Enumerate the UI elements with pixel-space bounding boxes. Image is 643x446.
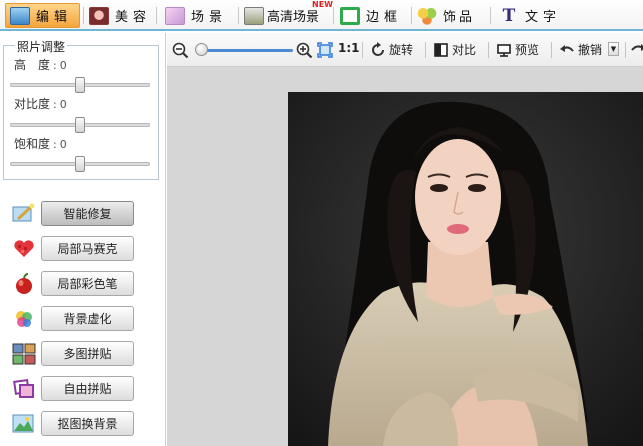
smart-repair-button[interactable]: 智能修复	[41, 201, 134, 226]
redo-icon	[631, 41, 643, 57]
zoom-out-icon	[172, 42, 189, 59]
face-icon	[89, 6, 109, 25]
cutout-icon	[12, 413, 36, 435]
toolbar-divider	[425, 42, 426, 58]
free-collage-button[interactable]: 自由拼贴	[41, 376, 134, 401]
preview-icon	[496, 42, 512, 58]
contrast-slider-thumb[interactable]	[75, 117, 85, 133]
clover-icon	[417, 6, 437, 25]
left-panel: 照片调整 高 度:0 对比度:0 饱和度:0 智能修复 局部马赛克 局部彩色笔 …	[0, 33, 166, 446]
brightness-slider-thumb[interactable]	[75, 77, 85, 93]
apple-color-icon	[12, 273, 36, 295]
compare-label: 对比	[452, 43, 477, 57]
menu-beauty[interactable]: 美容	[85, 3, 151, 28]
redo-button[interactable]	[631, 41, 643, 57]
contrast-label: 对比度:0	[14, 97, 67, 111]
preview-label: 预览	[515, 43, 540, 57]
menu-accessory[interactable]: 饰品	[413, 3, 475, 28]
toolbar-divider	[625, 42, 626, 58]
menu-scene-label: 场景	[191, 10, 228, 25]
saturation-value: 0	[59, 138, 67, 151]
tool-row-smart-repair: 智能修复	[12, 201, 162, 227]
tool-row-color-pen: 局部彩色笔	[12, 271, 162, 297]
tool-row-blur: 背景虚化	[12, 306, 162, 332]
zoom-slider-thumb[interactable]	[195, 43, 208, 56]
free-collage-icon	[12, 378, 36, 400]
multi-collage-button[interactable]: 多图拼贴	[41, 341, 134, 366]
mosaic-heart-icon	[12, 238, 36, 260]
hd-scene-icon	[244, 6, 264, 25]
brightness-value: 0	[59, 59, 67, 72]
top-menu-bar: 编辑 美容 场景 高清场景 NEW 边框 饰品 T 文字	[0, 0, 643, 31]
menu-beauty-label: 美容	[115, 10, 152, 25]
chevron-down-icon: ▼	[608, 42, 619, 56]
menu-text-label: 文字	[525, 10, 562, 25]
text-t-icon: T	[502, 5, 516, 26]
actual-size-button[interactable]: 1:1	[338, 41, 360, 55]
fit-window-button[interactable]	[317, 42, 333, 58]
saturation-label: 饱和度:0	[14, 137, 67, 151]
frame-icon	[340, 6, 360, 25]
toolbar-divider	[362, 42, 363, 58]
menu-hd-scene[interactable]: 高清场景	[240, 3, 319, 28]
menu-edit-label: 编辑	[36, 10, 73, 25]
tool-row-free-collage: 自由拼贴	[12, 376, 162, 402]
tool-row-cutout: 抠图换背景	[12, 411, 162, 437]
compare-icon	[433, 42, 449, 58]
menu-frame-label: 边框	[366, 10, 403, 25]
menu-divider	[83, 7, 84, 24]
menu-divider	[333, 7, 334, 24]
workspace: 1:1 旋转 对比 预览 撤销 ▼	[167, 33, 643, 446]
photo-adjust-title: 照片调整	[15, 38, 68, 55]
menu-scene[interactable]: 场景	[161, 3, 227, 28]
contrast-value: 0	[59, 98, 67, 111]
undo-label: 撤销	[578, 43, 603, 57]
zoom-in-button[interactable]	[296, 42, 313, 59]
portrait-photo-image	[288, 92, 643, 446]
blur-dots-icon	[12, 308, 36, 330]
cutout-background-button[interactable]: 抠图换背景	[41, 411, 134, 436]
menu-divider	[238, 7, 239, 24]
toolbar-divider	[551, 42, 552, 58]
edit-photo-icon	[10, 6, 30, 25]
scene-icon	[165, 6, 185, 25]
zoom-out-button[interactable]	[172, 42, 189, 59]
magic-wand-icon	[12, 203, 36, 225]
menu-divider	[490, 7, 491, 24]
undo-icon	[559, 42, 575, 58]
edited-photo[interactable]	[288, 92, 643, 446]
local-mosaic-button[interactable]: 局部马赛克	[41, 236, 134, 261]
fit-screen-icon	[317, 42, 333, 58]
tool-row-collage: 多图拼贴	[12, 341, 162, 367]
rotate-label: 旋转	[389, 43, 414, 57]
canvas-area[interactable]	[167, 68, 643, 446]
local-color-pen-button[interactable]: 局部彩色笔	[41, 271, 134, 296]
undo-dropdown-button[interactable]: ▼	[608, 42, 619, 56]
tool-row-mosaic: 局部马赛克	[12, 236, 162, 262]
menu-text[interactable]: T 文字	[495, 3, 561, 28]
compare-button[interactable]: 对比	[433, 41, 476, 58]
undo-button[interactable]: 撤销	[559, 41, 602, 58]
zoom-in-icon	[296, 42, 313, 59]
zoom-slider-track[interactable]	[197, 49, 293, 52]
toolbar-divider	[488, 42, 489, 58]
image-toolbar: 1:1 旋转 对比 预览 撤销 ▼	[167, 33, 643, 67]
menu-divider	[156, 7, 157, 24]
grid-collage-icon	[12, 343, 36, 365]
new-badge: NEW	[312, 0, 333, 9]
saturation-slider-thumb[interactable]	[75, 156, 85, 172]
menu-edit[interactable]: 编辑	[5, 3, 80, 28]
background-blur-button[interactable]: 背景虚化	[41, 306, 134, 331]
menu-divider	[411, 7, 412, 24]
preview-button[interactable]: 预览	[496, 41, 539, 58]
rotate-button[interactable]: 旋转	[370, 41, 413, 58]
brightness-label: 高 度:0	[14, 58, 67, 72]
menu-frame[interactable]: 边框	[336, 3, 402, 28]
rotate-icon	[370, 41, 386, 58]
menu-accessory-label: 饰品	[443, 10, 476, 25]
